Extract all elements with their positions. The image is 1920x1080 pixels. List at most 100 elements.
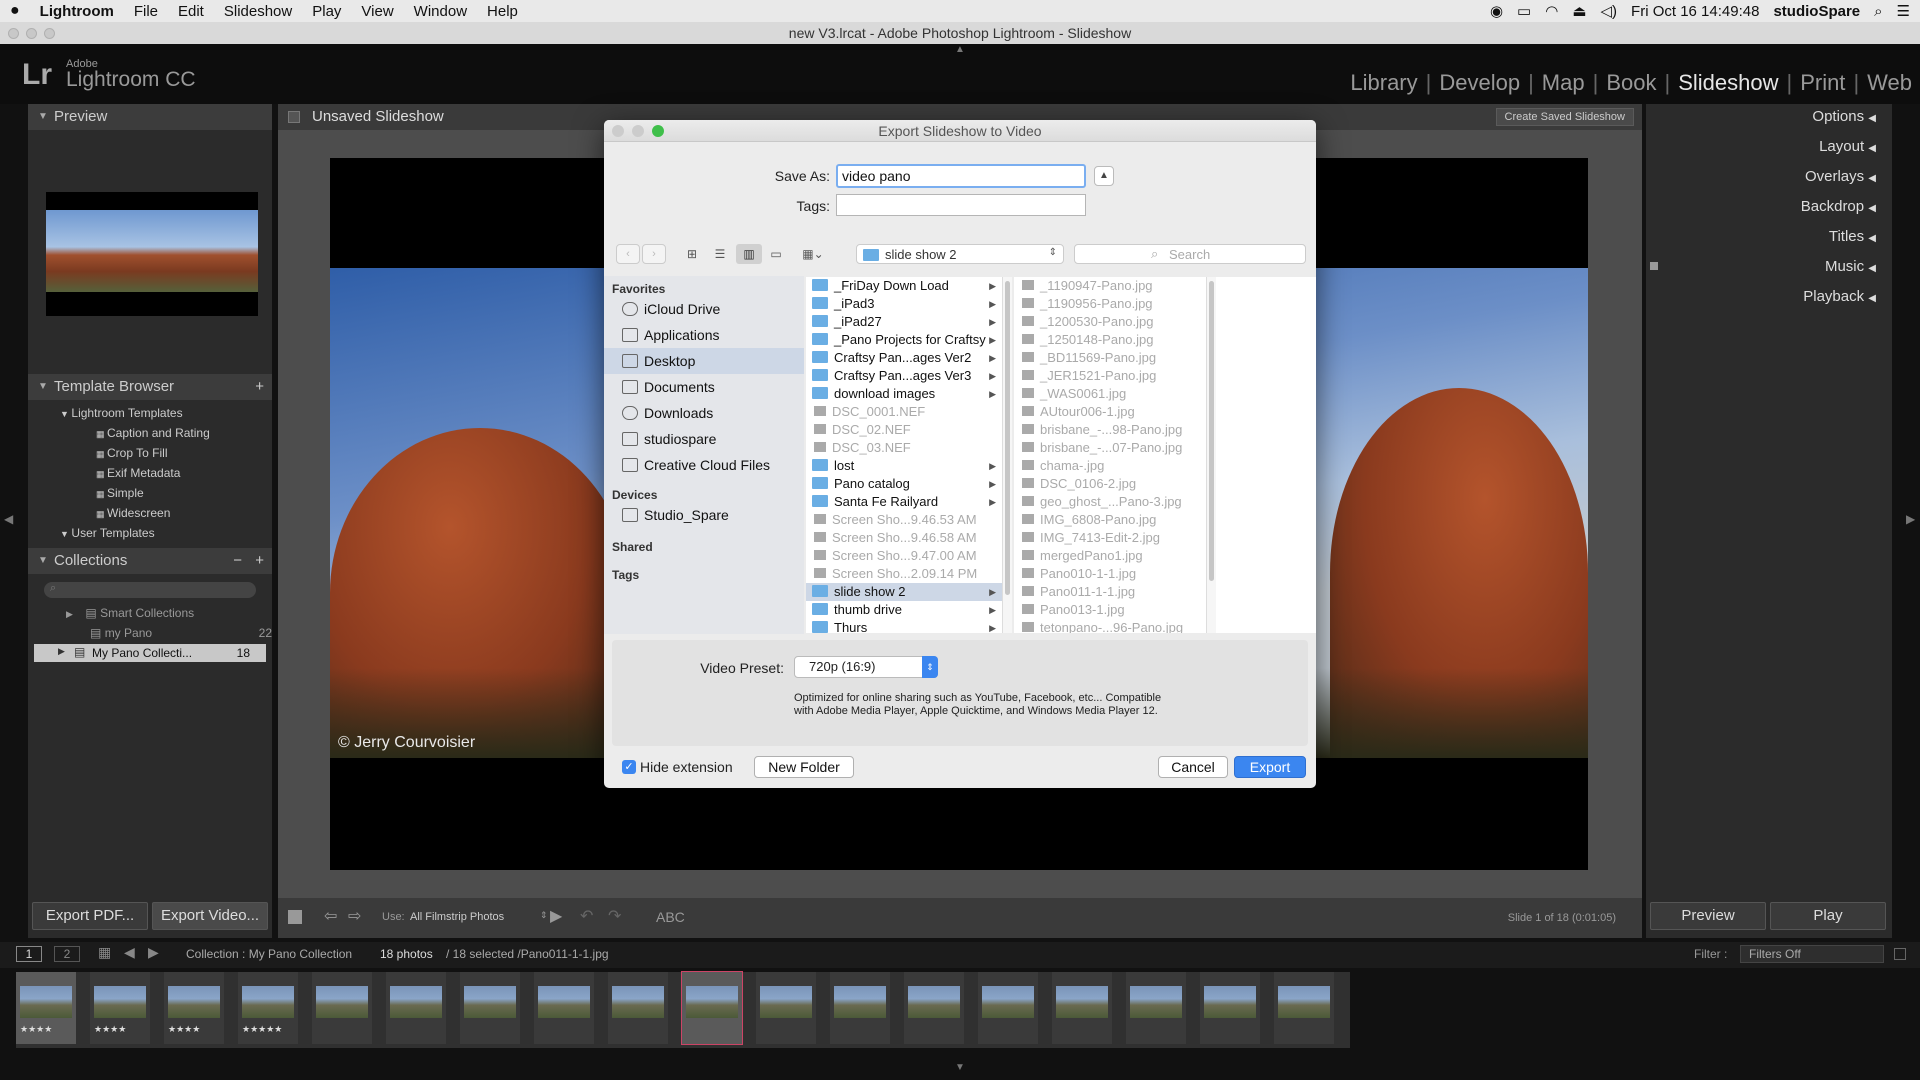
menu-play[interactable]: Play [302, 3, 351, 20]
finder-row[interactable]: _JER1521-Pano.jpg [1014, 367, 1156, 385]
filmstrip-thumbnail[interactable] [312, 972, 372, 1044]
filmstrip-thumbnail[interactable] [460, 972, 520, 1044]
finder-row[interactable]: _FriDay Down Load ▶ [806, 277, 1002, 295]
panel-playback[interactable]: Playback ◀ [1803, 288, 1876, 305]
list-view-icon[interactable]: ☰ [708, 244, 732, 264]
export-video-button[interactable]: Export Video... [152, 902, 268, 930]
filmstrip-thumbnail[interactable] [904, 972, 964, 1044]
wifi-icon[interactable]: ◠ [1545, 2, 1558, 20]
use-dropdown[interactable]: All Filmstrip Photos [410, 911, 504, 923]
finder-row[interactable]: Pano010-1-1.jpg [1014, 565, 1136, 583]
arrange-menu-icon[interactable]: ▦⌄ [796, 244, 830, 264]
collapse-browser-icon[interactable]: ▲ [1094, 166, 1114, 186]
finder-row[interactable]: Santa Fe Railyard ▶ [806, 493, 1002, 511]
save-as-input[interactable]: video pano [836, 164, 1086, 188]
music-toggle-checkbox[interactable] [1650, 262, 1658, 270]
icon-view-icon[interactable]: ⊞ [680, 244, 704, 264]
finder-row[interactable]: _WAS0061.jpg [1014, 385, 1126, 403]
forward-nav-icon[interactable]: › [642, 244, 666, 264]
filmstrip-thumbnail[interactable] [386, 972, 446, 1044]
eject-icon[interactable]: ⏏ [1572, 2, 1586, 20]
filmstrip-thumbnail-active[interactable] [681, 971, 743, 1045]
display-icon[interactable]: ▭ [1517, 2, 1531, 20]
menu-slideshow[interactable]: Slideshow [214, 3, 302, 20]
add-template-icon[interactable]: + [255, 374, 264, 400]
sidebar-item-documents[interactable]: Documents [604, 374, 804, 400]
finder-row[interactable]: geo_ghost_...Pano-3.jpg [1014, 493, 1182, 511]
filmstrip-thumbnail[interactable] [608, 972, 668, 1044]
filmstrip-thumbnail[interactable] [978, 972, 1038, 1044]
previous-slide-icon[interactable]: ⇦ [324, 906, 337, 926]
hide-extension-checkbox[interactable]: ✓ [622, 760, 636, 774]
sidebar-item-desktop[interactable]: Desktop [604, 348, 804, 374]
sidebar-item-creative-cloud[interactable]: Creative Cloud Files [604, 452, 804, 478]
collection-item-selected[interactable]: ▶ ▤ My Pano Collecti... 18 [34, 644, 266, 662]
panel-titles[interactable]: Titles ◀ [1829, 228, 1876, 245]
finder-row[interactable]: brisbane_-...07-Pano.jpg [1014, 439, 1182, 457]
finder-row[interactable]: _1200530-Pano.jpg [1014, 313, 1154, 331]
forward-arrow-icon[interactable]: ▶ [148, 944, 159, 961]
scrollbar-thumb[interactable] [1209, 281, 1214, 581]
window-minimize-button[interactable] [26, 28, 37, 39]
module-web[interactable]: Web [1859, 70, 1920, 96]
template-item[interactable]: ▦ Crop To Fill [96, 446, 167, 460]
finder-row[interactable]: mergedPano1.jpg [1014, 547, 1143, 565]
finder-row[interactable]: thumb drive ▶ [806, 601, 1002, 619]
template-folder-lightroom[interactable]: ▼ Lightroom Templates [60, 406, 183, 420]
menu-lightroom[interactable]: Lightroom [30, 3, 124, 20]
finder-row[interactable]: Thurs ▶ [806, 619, 1002, 633]
creative-cloud-icon[interactable]: ◉ [1490, 2, 1503, 20]
menubar-clock[interactable]: Fri Oct 16 14:49:48 [1631, 3, 1759, 20]
finder-row[interactable]: brisbane_-...98-Pano.jpg [1014, 421, 1182, 439]
dialog-close-button[interactable] [612, 125, 624, 137]
apple-icon[interactable]: ● [0, 2, 30, 20]
menubar-user[interactable]: studioSpare [1773, 3, 1860, 20]
add-text-button[interactable]: ABC [656, 909, 685, 925]
finder-row[interactable]: IMG_7413-Edit-2.jpg [1014, 529, 1160, 547]
rotate-right-icon[interactable]: ↷ [608, 906, 621, 926]
panel-options[interactable]: Options ◀ [1812, 108, 1876, 125]
template-browser-header[interactable]: ▼ Template Browser + [28, 374, 272, 400]
filter-lock-icon[interactable] [1894, 948, 1906, 960]
module-map[interactable]: Map [1534, 70, 1593, 96]
sidebar-item-icloud-drive[interactable]: iCloud Drive [604, 296, 804, 322]
finder-row[interactable]: _1190956-Pano.jpg [1014, 295, 1153, 313]
finder-row[interactable]: AUtour006-1.jpg [1014, 403, 1135, 421]
finder-row[interactable]: Pano011-1-1.jpg [1014, 583, 1135, 601]
left-panel-toggle-icon[interactable]: ◀ [4, 512, 13, 526]
collection-item[interactable]: ▤ my Pano 22 [90, 626, 280, 640]
next-slide-icon[interactable]: ⇨ [348, 906, 361, 926]
dialog-zoom-button[interactable] [652, 125, 664, 137]
filter-dropdown[interactable]: Filters Off [1740, 945, 1884, 963]
rotate-left-icon[interactable]: ↶ [580, 906, 593, 926]
back-nav-icon[interactable]: ‹ [616, 244, 640, 264]
finder-row[interactable]: DSC_02.NEF [806, 421, 1002, 439]
sidebar-item-home[interactable]: studiospare [604, 426, 804, 452]
filmstrip-thumbnail[interactable]: ★★★★ [164, 972, 224, 1044]
finder-row[interactable]: Pano013-1.jpg [1014, 601, 1125, 619]
preview-panel-header[interactable]: ▼ Preview [28, 104, 272, 130]
finder-search-input[interactable]: ⌕ Search [1074, 244, 1306, 264]
right-panel-toggle-icon[interactable]: ▶ [1906, 512, 1915, 526]
create-saved-slideshow-button[interactable]: Create Saved Slideshow [1495, 108, 1634, 126]
finder-row[interactable]: _iPad3 ▶ [806, 295, 1002, 313]
volume-icon[interactable]: ◁) [1601, 2, 1618, 20]
collection-filter-input[interactable]: ⌕ [44, 582, 256, 598]
template-item[interactable]: ▦ Exif Metadata [96, 466, 180, 480]
stop-icon[interactable] [288, 910, 302, 924]
column-view-icon[interactable]: ▥ [736, 244, 762, 264]
finder-row[interactable]: IMG_6808-Pano.jpg [1014, 511, 1156, 529]
shared-label[interactable]: Shared [612, 540, 653, 554]
finder-row[interactable]: _Pano Projects for Craftsy ▶ [806, 331, 1002, 349]
template-item[interactable]: ▦ Caption and Rating [96, 426, 210, 440]
collection-source[interactable]: Collection : My Pano Collection [186, 947, 352, 961]
remove-collection-icon[interactable]: − [233, 548, 242, 574]
play-button[interactable]: Play [1770, 902, 1886, 930]
new-folder-button[interactable]: New Folder [754, 756, 854, 778]
finder-row[interactable]: DSC_0001.NEF [806, 403, 1002, 421]
cancel-button[interactable]: Cancel [1158, 756, 1228, 778]
export-button[interactable]: Export [1234, 756, 1306, 778]
filmstrip-thumbnail[interactable]: ★★★★★ [238, 972, 298, 1044]
collections-header[interactable]: ▼ Collections − + [28, 548, 272, 574]
top-panel-toggle-icon[interactable]: ▲ [955, 44, 965, 55]
